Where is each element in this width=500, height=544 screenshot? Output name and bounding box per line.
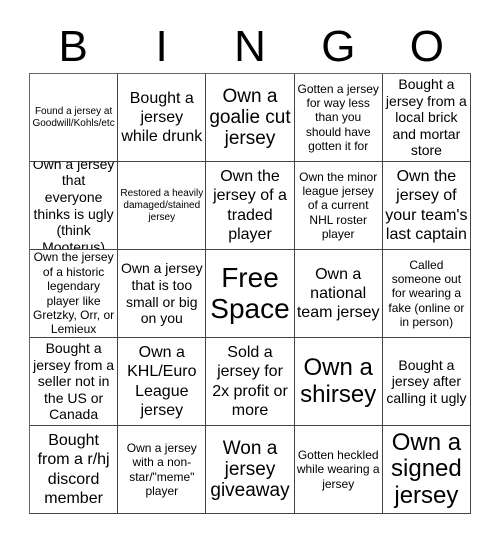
cell-text: Restored a heavily damaged/stained jerse… [120, 187, 204, 223]
bingo-cell[interactable]: Own a KHL/Euro League jersey [118, 338, 207, 426]
cell-text: Called someone out for wearing a fake (o… [388, 257, 465, 330]
cell-text: Own a national team jersey [296, 265, 380, 322]
cell-text: Bought from a r/hj discord member [37, 432, 110, 507]
bingo-cell[interactable]: Bought a jersey while drunk [118, 74, 207, 162]
cell-text: Found a jersey at Goodwill/Kohls/etc [32, 105, 115, 129]
cell-text: Own a KHL/Euro League jersey [127, 344, 197, 419]
bingo-cell[interactable]: Own a jersey that is too small or big on… [118, 250, 207, 338]
cell-text: Bought a jersey while drunk [121, 89, 203, 146]
bingo-cell[interactable]: Own a shirsey [294, 338, 383, 426]
bingo-grid: Found a jersey at Goodwill/Kohls/etc Bou… [29, 73, 471, 514]
bingo-cell[interactable]: Own the jersey of your team's last capta… [382, 162, 471, 250]
bingo-cell[interactable]: Sold a jersey for 2x profit or more [206, 338, 295, 426]
bingo-cell[interactable]: Found a jersey at Goodwill/Kohls/etc [30, 74, 119, 162]
bingo-cell[interactable]: Won a jersey giveaway [206, 426, 295, 514]
bingo-cell[interactable]: Bought from a r/hj discord member [30, 426, 119, 514]
cell-text: Bought a jersey from a seller not in the… [33, 340, 115, 423]
bingo-cell[interactable]: Own a jersey with a non-star/"meme" play… [118, 426, 207, 514]
cell-text: Own the jersey of a traded player [213, 168, 287, 243]
bingo-cell[interactable]: Restored a heavily damaged/stained jerse… [118, 162, 207, 250]
bingo-cell[interactable]: Bought a jersey from a local brick and m… [382, 74, 471, 162]
bingo-cell[interactable]: Own a national team jersey [294, 250, 383, 338]
cell-text: Own a jersey that everyone thinks is ugl… [32, 162, 115, 250]
bingo-cell[interactable]: Own a signed jersey [382, 426, 471, 514]
header-letter-i: I [155, 22, 168, 71]
bingo-cell[interactable]: Own a jersey that everyone thinks is ugl… [30, 162, 119, 250]
bingo-cell[interactable]: Own a goalie cut jersey [206, 74, 295, 162]
bingo-cell[interactable]: Gotten heckled while wearing a jersey [294, 426, 383, 514]
bingo-cell[interactable]: Gotten a jersey for way less than you sh… [294, 74, 383, 162]
header-letter-o: O [409, 22, 444, 71]
cell-text: Own the minor league jersey of a current… [299, 169, 378, 242]
cell-text: Own a jersey that is too small or big on… [120, 260, 203, 327]
cell-text: Bought a jersey after calling it ugly [386, 356, 467, 406]
cell-text: Free Space [210, 261, 290, 324]
free-space-cell[interactable]: Free Space [206, 250, 295, 338]
bingo-cell[interactable]: Own the jersey of a traded player [206, 162, 295, 250]
bingo-header: B I N G O [29, 22, 471, 72]
cell-text: Gotten heckled while wearing a jersey [296, 447, 380, 491]
cell-text: Own the jersey of a historic legendary p… [33, 250, 115, 337]
header-letter-b: B [58, 22, 88, 71]
cell-text: Own a signed jersey [391, 428, 462, 509]
header-letter-n: N [234, 22, 266, 71]
bingo-cell[interactable]: Bought a jersey after calling it ugly [382, 338, 471, 426]
cell-text: Own a jersey with a non-star/"meme" play… [126, 440, 197, 498]
header-letter-g: G [321, 22, 356, 71]
cell-text: Own a shirsey [300, 354, 377, 408]
cell-text: Sold a jersey for 2x profit or more [212, 344, 288, 419]
cell-text: Own a goalie cut jersey [209, 85, 291, 150]
cell-text: Bought a jersey from a local brick and m… [385, 76, 467, 159]
cell-text: Won a jersey giveaway [210, 437, 290, 502]
bingo-cell[interactable]: Own the minor league jersey of a current… [294, 162, 383, 250]
cell-text: Gotten a jersey for way less than you sh… [297, 81, 379, 154]
bingo-cell[interactable]: Bought a jersey from a seller not in the… [30, 338, 119, 426]
bingo-cell[interactable]: Called someone out for wearing a fake (o… [382, 250, 471, 338]
cell-text: Own the jersey of your team's last capta… [385, 168, 468, 243]
bingo-cell[interactable]: Own the jersey of a historic legendary p… [30, 250, 119, 338]
